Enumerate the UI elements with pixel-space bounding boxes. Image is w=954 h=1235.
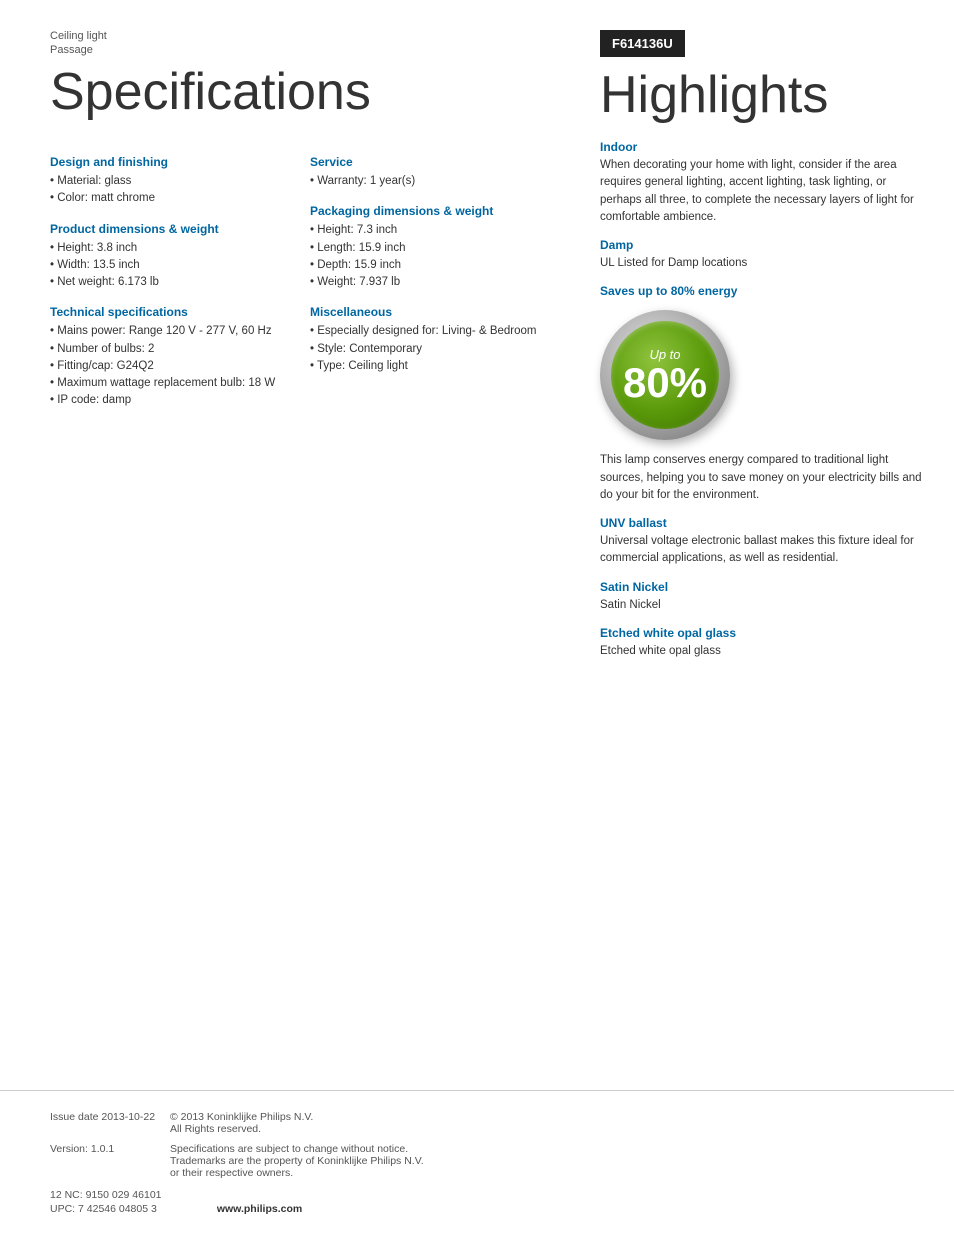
highlight-damp-text: UL Listed for Damp locations xyxy=(600,255,924,272)
spec-item: Type: Ceiling light xyxy=(310,358,550,375)
highlight-energy-text: This lamp conserves energy compared to t… xyxy=(600,452,924,504)
product-code: F614136U xyxy=(600,30,685,57)
footer: Issue date 2013-10-22 © 2013 Koninklijke… xyxy=(0,1090,954,1235)
footer-issue-label: Issue date 2013-10-22 xyxy=(50,1111,170,1135)
main-content: Ceiling light Passage Specifications Des… xyxy=(0,0,954,1090)
spec-item: Style: Contemporary xyxy=(310,341,550,358)
spec-item: Fitting/cap: G24Q2 xyxy=(50,358,290,375)
spec-item: Mains power: Range 120 V - 277 V, 60 Hz xyxy=(50,323,290,340)
spec-item: Length: 15.9 inch xyxy=(310,240,550,257)
footer-grid: Issue date 2013-10-22 © 2013 Koninklijke… xyxy=(50,1111,904,1179)
spec-item: Depth: 15.9 inch xyxy=(310,257,550,274)
spec-col-left: Design and finishing Material: glass Col… xyxy=(50,141,290,410)
highlight-indoor-text: When decorating your home with light, co… xyxy=(600,157,924,226)
page: Ceiling light Passage Specifications Des… xyxy=(0,0,954,1235)
left-panel: Ceiling light Passage Specifications Des… xyxy=(0,0,580,1090)
spec-item: Weight: 7.937 lb xyxy=(310,274,550,291)
footer-nc: 12 NC: 9150 029 46101 UPC: 7 42546 04805… xyxy=(50,1189,904,1215)
footer-nc-number: 12 NC: 9150 029 46101 xyxy=(50,1189,904,1201)
highlight-unv-text: Universal voltage electronic ballast mak… xyxy=(600,533,924,568)
highlight-unv-title: UNV ballast xyxy=(600,516,924,530)
highlight-energy-title: Saves up to 80% energy xyxy=(600,284,924,298)
energy-badge: Up to 80% xyxy=(600,310,730,440)
product-type: Ceiling light xyxy=(50,30,550,42)
highlight-etched-text: Etched white opal glass xyxy=(600,643,924,660)
spec-item: Width: 13.5 inch xyxy=(50,257,290,274)
spec-item: Especially designed for: Living- & Bedro… xyxy=(310,323,550,340)
spec-item: Warranty: 1 year(s) xyxy=(310,173,550,190)
section-title-misc: Miscellaneous xyxy=(310,305,550,319)
spec-item: Maximum wattage replacement bulb: 18 W xyxy=(50,375,290,392)
badge-outer: Up to 80% xyxy=(600,310,730,440)
footer-issue-value: © 2013 Koninklijke Philips N.V.All Right… xyxy=(170,1111,904,1135)
badge-inner: Up to 80% xyxy=(611,321,719,429)
right-panel: F614136U Highlights Indoor When decorati… xyxy=(580,0,954,1090)
spec-item: IP code: damp xyxy=(50,392,290,409)
page-title: Specifications xyxy=(50,64,550,121)
highlight-etched-title: Etched white opal glass xyxy=(600,626,924,640)
section-title-service: Service xyxy=(310,155,550,169)
highlight-satin-title: Satin Nickel xyxy=(600,580,924,594)
spec-item: Height: 7.3 inch xyxy=(310,222,550,239)
highlights-title: Highlights xyxy=(600,67,924,124)
spec-item: Material: glass xyxy=(50,173,290,190)
footer-version-value: Specifications are subject to change wit… xyxy=(170,1143,904,1179)
badge-percent-label: 80% xyxy=(623,362,707,404)
highlight-indoor-title: Indoor xyxy=(600,140,924,154)
spec-item: Net weight: 6.173 lb xyxy=(50,274,290,291)
spec-columns: Design and finishing Material: glass Col… xyxy=(50,141,550,410)
product-name: Passage xyxy=(50,44,550,56)
highlight-damp-title: Damp xyxy=(600,238,924,252)
section-title-dimensions: Product dimensions & weight xyxy=(50,222,290,236)
section-title-packaging: Packaging dimensions & weight xyxy=(310,204,550,218)
section-title-technical: Technical specifications xyxy=(50,305,290,319)
footer-website: www.philips.com xyxy=(217,1203,302,1215)
spec-item: Number of bulbs: 2 xyxy=(50,341,290,358)
footer-upc: UPC: 7 42546 04805 3 xyxy=(50,1203,157,1215)
spec-item: Height: 3.8 inch xyxy=(50,240,290,257)
spec-item: Color: matt chrome xyxy=(50,190,290,207)
highlight-satin-text: Satin Nickel xyxy=(600,597,924,614)
footer-version-label: Version: 1.0.1 xyxy=(50,1143,170,1179)
section-title-design: Design and finishing xyxy=(50,155,290,169)
spec-col-right: Service Warranty: 1 year(s) Packaging di… xyxy=(310,141,550,410)
